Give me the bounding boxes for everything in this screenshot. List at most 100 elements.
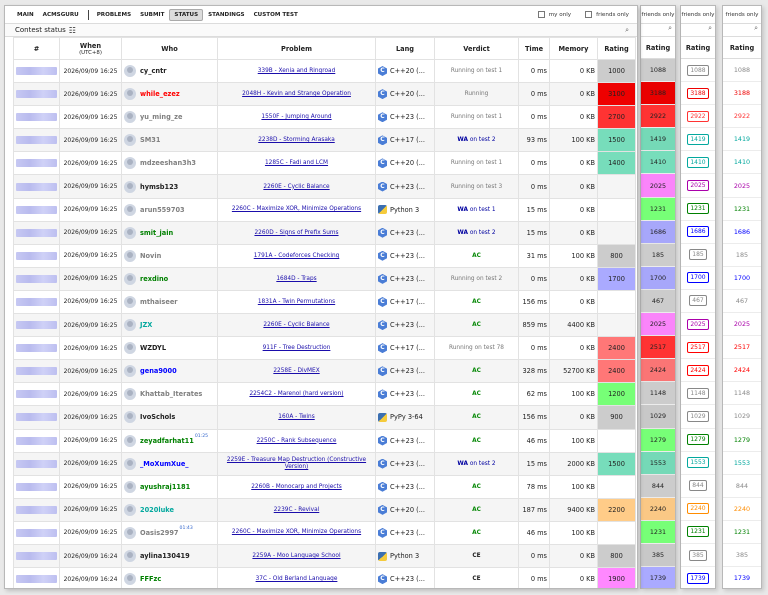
submission-problem[interactable]: 2238D - Storming Arasaka [217, 128, 376, 153]
submission-verdict[interactable]: AC [434, 428, 519, 453]
submission-verdict[interactable]: AC [434, 289, 519, 315]
submission-user[interactable]: ayushraj1181 [121, 474, 218, 499]
submission-verdict[interactable]: AC [434, 313, 519, 338]
submission-id[interactable] [13, 151, 60, 176]
submission-id[interactable] [13, 428, 60, 453]
problem-link[interactable]: 2250C - Rank Subsequence [257, 438, 337, 444]
user-handle[interactable]: rexdino [140, 275, 168, 283]
submission-user[interactable]: SM31 [121, 128, 218, 153]
user-handle[interactable]: mdzeeshan3h3 [140, 159, 196, 167]
problem-link[interactable]: 2260B - Monocarp and Projects [251, 484, 342, 490]
user-handle[interactable]: JZX [140, 321, 152, 329]
submission-user[interactable]: arun559703 [121, 197, 218, 222]
friends-only-checkbox[interactable] [585, 11, 593, 18]
submission-id[interactable] [13, 197, 60, 222]
submission-verdict[interactable]: Running [434, 82, 519, 107]
submission-user[interactable]: IvoSchols [121, 405, 218, 430]
nav-standings[interactable]: STANDINGS [204, 10, 248, 20]
submission-id[interactable] [13, 243, 60, 268]
user-handle[interactable]: aylina130419 [140, 552, 190, 560]
submission-verdict[interactable]: AC [434, 405, 519, 430]
submission-id[interactable] [13, 58, 60, 84]
submission-id[interactable] [13, 567, 60, 588]
nav-acmsguru[interactable]: ACMSGURU [39, 10, 83, 20]
submission-problem[interactable]: 2260C - Maximize XOR, Minimize Operation… [217, 520, 376, 545]
submission-id[interactable] [13, 543, 60, 569]
nav-status[interactable]: STATUS [169, 8, 204, 21]
submission-user[interactable]: gena9000 [121, 359, 218, 384]
submission-user[interactable]: WZDYL [121, 336, 218, 361]
submission-id[interactable] [13, 451, 60, 476]
submission-user[interactable]: FFFzc [121, 567, 218, 588]
submission-problem[interactable]: 2048H - Kevin and Strange Operation [217, 82, 376, 107]
submission-id[interactable] [13, 359, 60, 384]
submission-user[interactable]: yu_ming_ze [121, 105, 218, 130]
panel-search-icon[interactable]: ⌕ [723, 24, 761, 37]
submission-verdict[interactable]: Running on test 2 [434, 266, 519, 291]
submission-verdict[interactable]: WA on test 2 [434, 451, 519, 476]
problem-link[interactable]: 37C - Old Berland Language [256, 576, 338, 582]
problem-link[interactable]: 339B - Xenia and Ringroad [258, 68, 336, 74]
submission-user[interactable]: Khattab_Iterates [121, 382, 218, 407]
user-handle[interactable]: arun559703 [140, 206, 185, 214]
submission-problem[interactable]: 2260E - Cyclic Balance [217, 313, 376, 338]
submission-id[interactable] [13, 520, 60, 545]
problem-link[interactable]: 2258E - DivMEX [273, 368, 319, 374]
submission-verdict[interactable]: AC [434, 520, 519, 545]
submission-verdict[interactable]: AC [434, 382, 519, 407]
submission-problem[interactable]: 2260C - Maximize XOR, Minimize Operation… [217, 197, 376, 222]
nav-custom-test[interactable]: CUSTOM TEST [250, 10, 302, 20]
submission-problem[interactable]: 2254C2 - Marenol (hard version) [217, 382, 376, 407]
problem-link[interactable]: 911F - Tree Destruction [263, 345, 331, 351]
submission-user[interactable]: zeyadfarhat11 01:25 [121, 428, 218, 453]
nav-problems[interactable]: PROBLEMS [93, 10, 135, 20]
problem-link[interactable]: 2260E - Cyclic Balance [263, 184, 329, 190]
user-handle[interactable]: while_ezez [140, 90, 180, 98]
user-handle[interactable]: Khattab_Iterates [140, 390, 202, 398]
user-handle[interactable]: yu_ming_ze [140, 113, 182, 121]
problem-link[interactable]: 1285C - Fadi and LCM [265, 160, 328, 166]
user-handle[interactable]: cy_cntr [140, 67, 167, 75]
submission-user[interactable]: while_ezez [121, 82, 218, 107]
problem-link[interactable]: 2260C - Maximize XOR, Minimize Operation… [232, 206, 361, 212]
user-handle[interactable]: 2020luke [140, 506, 174, 514]
user-handle[interactable]: Oasis2997 [140, 529, 179, 537]
submission-verdict[interactable]: Running on test 1 [434, 58, 519, 84]
submission-problem[interactable]: 1285C - Fadi and LCM [217, 151, 376, 176]
submission-user[interactable]: JZX [121, 313, 218, 338]
submission-user[interactable]: aylina130419 [121, 543, 218, 569]
submission-verdict[interactable]: CE [434, 543, 519, 569]
problem-link[interactable]: 2254C2 - Marenol (hard version) [249, 391, 343, 397]
submission-verdict[interactable]: AC [434, 359, 519, 384]
problem-link[interactable]: 2260D - Signs of Prefix Sums [254, 230, 338, 236]
problem-link[interactable]: 2259E - Treasure Map Destruction (Constr… [227, 457, 366, 470]
panel-search-icon[interactable]: ⌕ [641, 24, 675, 37]
submission-problem[interactable]: 911F - Tree Destruction [217, 336, 376, 361]
submission-id[interactable] [13, 128, 60, 153]
submission-id[interactable] [13, 474, 60, 499]
submission-problem[interactable]: 2250C - Rank Subsequence [217, 428, 376, 453]
submission-id[interactable] [13, 313, 60, 338]
submission-problem[interactable]: 1791A - Codeforces Checking [217, 243, 376, 268]
user-handle[interactable]: Novin [140, 252, 161, 260]
submission-verdict[interactable]: WA on test 2 [434, 128, 519, 153]
submission-problem[interactable]: 1831A - Twin Permutations [217, 289, 376, 315]
submission-verdict[interactable]: Running on test 78 [434, 336, 519, 361]
submission-verdict[interactable]: Running on test 1 [434, 151, 519, 176]
problem-link[interactable]: 2239C - Revival [274, 507, 320, 513]
user-handle[interactable]: WZDYL [140, 344, 166, 352]
user-handle[interactable]: FFFzc [140, 575, 161, 583]
submission-verdict[interactable]: WA on test 1 [434, 197, 519, 222]
nav-main[interactable]: MAIN [13, 10, 38, 20]
nav-submit[interactable]: SUBMIT [136, 10, 168, 20]
submission-problem[interactable]: 2260B - Monocarp and Projects [217, 474, 376, 499]
submission-verdict[interactable]: AC [434, 497, 519, 522]
user-handle[interactable]: ayushraj1181 [140, 483, 190, 491]
submission-problem[interactable]: 1550F - Jumping Around [217, 105, 376, 130]
submission-id[interactable] [13, 266, 60, 291]
submission-id[interactable] [13, 405, 60, 430]
submission-id[interactable] [13, 497, 60, 522]
user-handle[interactable]: gena9000 [140, 367, 177, 375]
friends-only-filter[interactable]: friends only [585, 11, 629, 18]
submission-verdict[interactable]: CE [434, 567, 519, 588]
